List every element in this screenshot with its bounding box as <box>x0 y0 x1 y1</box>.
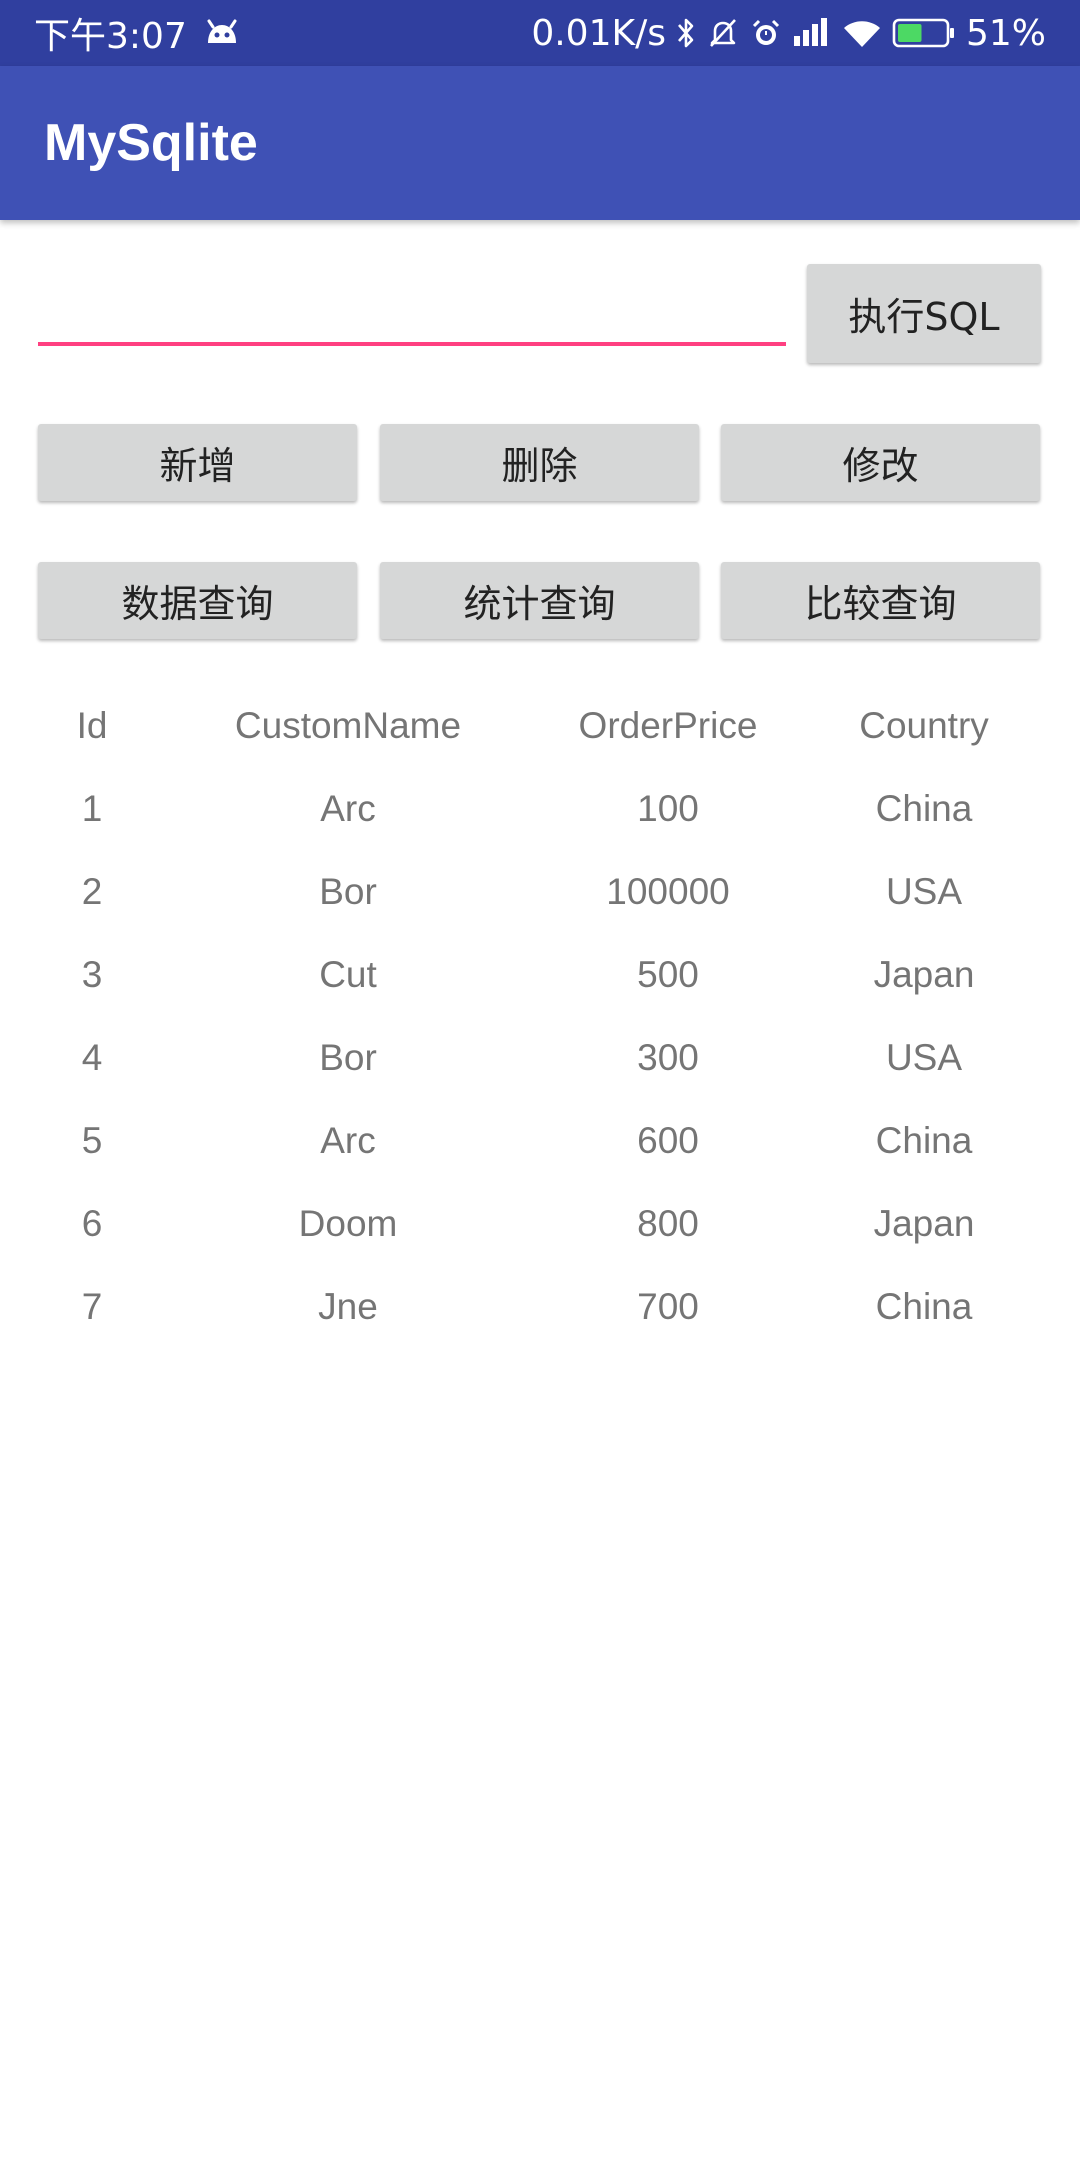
cell-custom-name: Doom <box>298 1202 398 1244</box>
status-right: 0.01K/s 51% <box>531 0 1046 66</box>
cell-custom-name: Arc <box>320 1119 376 1161</box>
add-button[interactable]: 新增 <box>38 424 357 501</box>
cell-order-price: 800 <box>637 1202 699 1244</box>
cell-id: 2 <box>81 870 103 912</box>
compare-query-button[interactable]: 比较查询 <box>721 562 1040 639</box>
alarm-icon <box>750 17 782 49</box>
table-row: 3 Cut 500 Japan <box>0 933 1080 1016</box>
cell-custom-name: Arc <box>320 787 376 829</box>
cell-country: USA <box>885 870 963 912</box>
app-title: MySqlite <box>44 114 258 172</box>
cell-country: China <box>875 1119 973 1161</box>
cell-custom-name: Jne <box>318 1285 378 1327</box>
cell-id: 6 <box>81 1202 103 1244</box>
battery-icon <box>892 17 956 49</box>
modify-button[interactable]: 修改 <box>721 424 1040 501</box>
status-time: 下午3:07 <box>34 16 187 57</box>
cell-country: Japan <box>873 953 975 995</box>
execute-sql-button[interactable]: 执行SQL <box>807 264 1041 363</box>
table-row: 7 Jne 700 China <box>0 1265 1080 1348</box>
signal-icon <box>792 16 832 50</box>
cell-custom-name: Bor <box>319 1036 377 1078</box>
table-row: 4 Bor 300 USA <box>0 1016 1080 1099</box>
cell-id: 3 <box>81 953 103 995</box>
wifi-icon <box>842 17 882 49</box>
cell-country: Japan <box>873 1202 975 1244</box>
cell-order-price: 600 <box>637 1119 699 1161</box>
delete-button[interactable]: 删除 <box>380 424 699 501</box>
header-order-price: OrderPrice <box>578 704 758 746</box>
cell-country: China <box>875 787 973 829</box>
table-row: 6 Doom 800 Japan <box>0 1182 1080 1265</box>
header-country: Country <box>859 704 989 746</box>
cell-order-price: 100 <box>637 787 699 829</box>
bluetooth-icon <box>676 16 696 50</box>
cell-id: 7 <box>81 1285 103 1327</box>
stat-query-button[interactable]: 统计查询 <box>380 562 699 639</box>
results-table: Id CustomName OrderPrice Country 1 Arc 1… <box>0 684 1080 1348</box>
cell-order-price: 500 <box>637 953 699 995</box>
table-row: 1 Arc 100 China <box>0 767 1080 850</box>
app-bar: MySqlite <box>0 66 1080 220</box>
status-left: 下午3:07 <box>34 0 239 66</box>
sql-input[interactable] <box>38 276 786 346</box>
cell-id: 4 <box>81 1036 103 1078</box>
cell-custom-name: Cut <box>319 953 377 995</box>
cell-custom-name: Bor <box>319 870 377 912</box>
data-query-button[interactable]: 数据查询 <box>38 562 357 639</box>
mute-bell-icon <box>706 16 740 50</box>
cell-order-price: 100000 <box>606 870 730 912</box>
android-icon <box>205 19 239 47</box>
header-custom-name: CustomName <box>234 704 462 746</box>
cell-id: 1 <box>81 787 103 829</box>
table-header-row: Id CustomName OrderPrice Country <box>0 684 1080 767</box>
cell-country: China <box>875 1285 973 1327</box>
cell-country: USA <box>885 1036 963 1078</box>
network-speed: 0.01K/s <box>531 12 666 54</box>
table-row: 2 Bor 100000 USA <box>0 850 1080 933</box>
status-bar: 下午3:07 0.01K/s 51% <box>0 0 1080 66</box>
cell-order-price: 700 <box>637 1285 699 1327</box>
cell-id: 5 <box>81 1119 103 1161</box>
table-row: 5 Arc 600 China <box>0 1099 1080 1182</box>
cell-order-price: 300 <box>637 1036 699 1078</box>
battery-percent: 51% <box>965 12 1046 54</box>
header-id: Id <box>76 704 108 746</box>
